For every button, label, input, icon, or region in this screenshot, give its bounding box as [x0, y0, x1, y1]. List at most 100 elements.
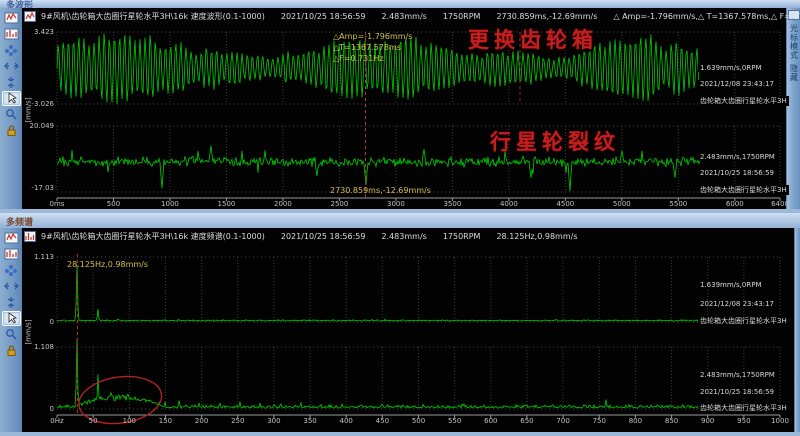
spec2-channel: 齿轮箱大齿圈行星轮水平3H [698, 403, 789, 413]
x-tick-label: 1000 [763, 417, 797, 425]
spec1-overall-rpm: 1.639mm/s,0RPM [698, 281, 764, 289]
spec2-ymin-label: 0 [22, 405, 54, 413]
x-tick-label: 850 [655, 417, 689, 425]
expand-h-icon[interactable] [2, 279, 21, 294]
lock-icon[interactable] [2, 343, 21, 358]
trace2-datetime: 2021/10/25 18:56:59 [698, 169, 776, 177]
x-tick-label: 0Hz [40, 417, 74, 425]
spectrum-chart-icon[interactable] [2, 247, 21, 262]
spectrum-plot[interactable] [22, 228, 794, 432]
x-tick-label: 600 [474, 417, 508, 425]
trace1-overall-rpm: 1.639mm/s,0RPM [698, 64, 764, 72]
spectrum-header-bar: 9#风机\齿轮箱大齿圈行星轮水平3H\16k 速度频谱(0.1-1000) 20… [22, 229, 593, 244]
waveform-side-panel: 光标模式 隐藏 [786, 8, 800, 209]
x-tick-label: 400 [329, 417, 363, 425]
trace1-channel: 齿轮箱大齿圈行星轮水平3H [698, 96, 789, 106]
x-tick-label: 700 [546, 417, 580, 425]
waveform-header-bar: 9#风机\齿轮箱大齿圈行星轮水平3H\16k 速度波形(0.1-1000) 20… [22, 9, 800, 24]
header-channel: 9#风机\齿轮箱大齿圈行星轮水平3H\16k 速度波形(0.1-1000) [41, 11, 265, 22]
x-tick-label: 50 [76, 417, 110, 425]
x-tick-label: 1000 [153, 200, 187, 208]
spectrum-window: 多频谱 9#风机\齿轮箱大齿圈行星轮水平3H\16k 速度频谱(0.1-1000… [0, 213, 800, 436]
waveform-cursor-label: 2730.859ms,-12.69mm/s [330, 186, 431, 195]
header-delta-values: △ Amp=-1.796mm/s,△ T=1367.578ms,△ F=0.73… [613, 12, 800, 21]
spectrum-right-border [794, 228, 800, 432]
x-tick-label: 5500 [661, 200, 695, 208]
header-overall: 2.483mm/s [381, 12, 426, 21]
trace2-overall-rpm: 2.483mm/s,1750RPM [698, 153, 777, 161]
spectrum-plot-area: 9#风机\齿轮箱大齿圈行星轮水平3H\16k 速度频谱(0.1-1000) 20… [22, 228, 794, 432]
header-rpm: 1750RPM [443, 12, 481, 21]
spec2-datetime: 2021/10/25 18:56:59 [698, 388, 776, 396]
delta-t-annotation: △T=1367.578ms [333, 43, 401, 52]
cursor-mode-tab[interactable]: 光标模式 [788, 24, 800, 60]
trace1-datetime: 2021/12/08 23:43:17 [698, 80, 776, 88]
x-tick-label: 6400 [763, 200, 797, 208]
x-tick-label: 250 [221, 417, 255, 425]
compress-v-icon[interactable] [2, 75, 21, 90]
x-tick-label: 550 [438, 417, 472, 425]
zoom-icon[interactable] [2, 327, 21, 342]
overlay-icon[interactable] [2, 263, 21, 278]
header-rpm: 1750RPM [443, 232, 481, 241]
diagnosis-planet-gear-crack: 行星轮裂纹 [490, 126, 620, 156]
waveform-window-title: 多波形 [0, 0, 800, 8]
spec2-overall-rpm: 2.483mm/s,1750RPM [698, 371, 777, 379]
header-cursor-value: 2730.859ms,-12.69mm/s [496, 12, 597, 21]
spec1-datetime: 2021/12/08 23:43:17 [698, 300, 776, 308]
hide-tab[interactable]: 隐藏 [788, 64, 800, 82]
x-tick-label: 5000 [605, 200, 639, 208]
x-tick-label: 500 [96, 200, 130, 208]
pointer-icon[interactable] [2, 311, 21, 326]
spectrum-cursor-label: 28.125Hz,0.98mm/s [67, 260, 148, 269]
header-channel: 9#风机\齿轮箱大齿圈行星轮水平3H\16k 速度频谱(0.1-1000) [41, 231, 265, 242]
waveform-chart-icon[interactable] [2, 231, 21, 246]
header-overall: 2.483mm/s [381, 232, 426, 241]
x-tick-label: 350 [293, 417, 327, 425]
header-chart-icon [24, 231, 36, 242]
x-tick-label: 4500 [548, 200, 582, 208]
trace2-ymin-label: -17.03 [22, 184, 54, 192]
header-datetime: 2021/10/25 18:56:59 [281, 12, 366, 21]
spectrum-chart-icon[interactable] [2, 27, 21, 42]
waveform-toolbar [0, 8, 22, 209]
spectrum-unit-label: [mm/s] [25, 319, 33, 344]
x-tick-label: 2500 [322, 200, 356, 208]
zoom-icon[interactable] [2, 107, 21, 122]
waveform-unit-label: [mm/s] [25, 97, 33, 122]
x-tick-label: 0ms [40, 200, 74, 208]
diagnosis-replace-gearbox: 更换齿轮箱 [468, 24, 598, 54]
header-cursor-value: 28.125Hz,0.98mm/s [496, 232, 577, 241]
x-tick-label: 3000 [379, 200, 413, 208]
spec1-channel: 齿轮箱大齿圈行星轮水平3H [698, 316, 789, 326]
pointer-icon[interactable] [2, 91, 21, 106]
lock-icon[interactable] [2, 123, 21, 138]
x-tick-label: 3500 [435, 200, 469, 208]
overlay-icon[interactable] [2, 43, 21, 58]
header-chart-icon [24, 11, 36, 22]
x-tick-label: 100 [112, 417, 146, 425]
waveform-x-axis-ticks: 0ms5001000150020002500300035004000450050… [22, 200, 786, 210]
x-tick-label: 750 [582, 417, 616, 425]
header-datetime: 2021/10/25 18:56:59 [281, 232, 366, 241]
delta-f-annotation: △F=0.731Hz [333, 54, 384, 63]
x-tick-label: 150 [148, 417, 182, 425]
waveform-window: 多波形 9#风机\齿轮箱大齿圈行星轮水平3H\16k 速度波形(0.1-1000… [0, 0, 800, 213]
x-tick-label: 1500 [209, 200, 243, 208]
x-tick-label: 650 [510, 417, 544, 425]
vibration-analysis-app: 多波形 9#风机\齿轮箱大齿圈行星轮水平3H\16k 速度波形(0.1-1000… [0, 0, 800, 436]
x-tick-label: 950 [727, 417, 761, 425]
spectrum-window-titlebar[interactable]: 多频谱 [0, 213, 800, 228]
waveform-chart-icon[interactable] [2, 11, 21, 26]
x-tick-label: 6000 [718, 200, 752, 208]
x-tick-label: 800 [618, 417, 652, 425]
spectrum-x-axis-ticks: 0Hz5010015020025030035040045050055060065… [22, 417, 794, 427]
compress-v-icon[interactable] [2, 295, 21, 310]
waveform-window-titlebar[interactable]: 多波形 [0, 0, 800, 8]
expand-h-icon[interactable] [2, 59, 21, 74]
trace2-ymax-label: 20.049 [22, 122, 54, 130]
x-tick-label: 300 [257, 417, 291, 425]
trace2-channel: 齿轮箱大齿圈行星轮水平3H [698, 185, 789, 195]
x-tick-label: 500 [402, 417, 436, 425]
spectrum-window-title: 多频谱 [0, 213, 800, 228]
